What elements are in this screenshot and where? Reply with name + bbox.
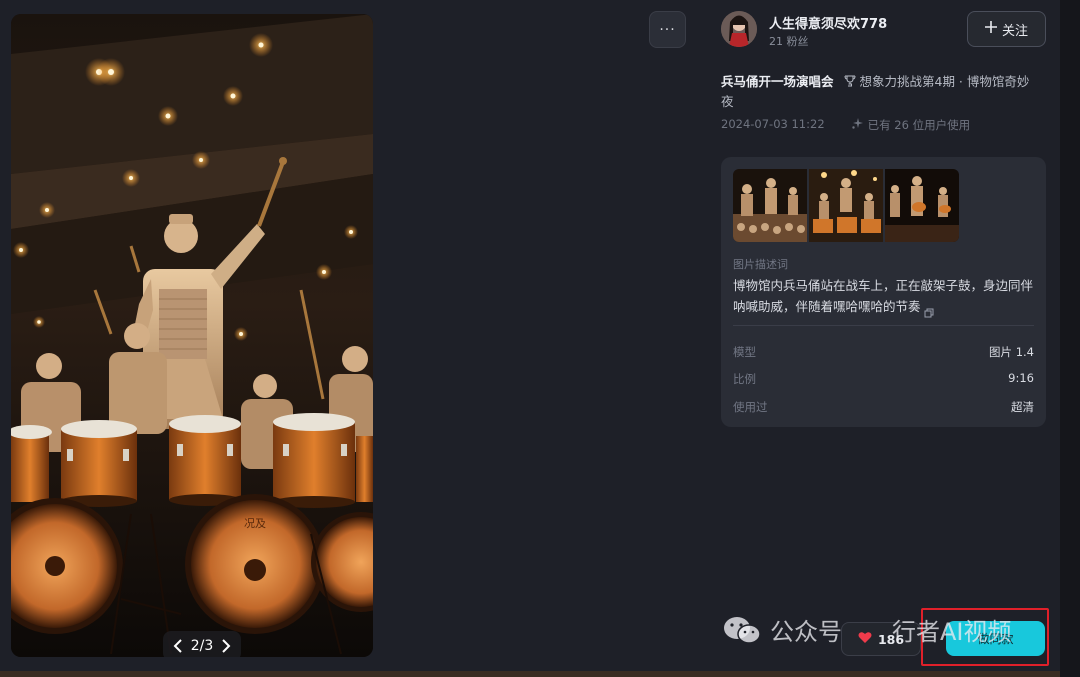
chevron-left-icon[interactable] [171, 639, 185, 653]
heart-icon [858, 631, 872, 647]
terracotta-drummers-image: 况及 [11, 14, 373, 657]
bottom-strip [0, 671, 1080, 677]
post-title-block: 兵马俑开一场演唱会 想象力挑战第4期 · 博物馆奇妙夜 [721, 72, 1041, 112]
copy-icon[interactable] [924, 303, 934, 317]
info-value: 图片 1.4 [989, 345, 1034, 359]
thumbnail-3[interactable] [885, 169, 959, 242]
sparkle-icon [851, 117, 864, 133]
thumbnail-2[interactable] [809, 169, 883, 242]
thumbnail-strip [733, 169, 959, 242]
image-pager: 2/3 [163, 631, 241, 657]
usage-info: 已有 26 位用户使用 [851, 117, 970, 133]
info-value: 超清 [1011, 400, 1034, 414]
right-strip [1060, 0, 1080, 677]
generation-info-card: 图片描述词 博物馆内兵马俑站在战车上，正在敲架子鼓，身边同伴呐喊助威，伴随着嘿哈… [721, 157, 1046, 427]
description-text: 博物馆内兵马俑站在战车上，正在敲架子鼓，身边同伴呐喊助威，伴随着嘿哈嘿哈的节奏 [733, 275, 1038, 317]
fans-count: 21 粉丝 [769, 35, 809, 48]
thumbnail-1[interactable] [733, 169, 807, 242]
usage-text: 已有 26 位用户使用 [867, 118, 971, 132]
info-value: 9:16 [1008, 371, 1034, 385]
like-count: 186 [877, 631, 905, 647]
info-row-quality: 使用过 超清 [733, 399, 1034, 415]
author-name[interactable]: 人生得意须尽欢778 [769, 13, 887, 32]
more-options-button[interactable]: ··· [649, 11, 686, 48]
info-row-ratio: 比例 9:16 [733, 371, 1034, 387]
description-label: 图片描述词 [733, 258, 788, 271]
post-date: 2024-07-03 11:22 [721, 117, 825, 131]
info-key: 比例 [733, 372, 756, 386]
pager-counter: 2/3 [190, 638, 214, 654]
svg-text:况及: 况及 [244, 517, 266, 530]
follow-label: 关注 [1001, 23, 1028, 39]
divider [733, 325, 1034, 326]
main-image-card[interactable]: 况及 2/3 [11, 14, 373, 657]
description-content: 博物馆内兵马俑站在战车上，正在敲架子鼓，身边同伴呐喊助威，伴随着嘿哈嘿哈的节奏 [733, 278, 1034, 314]
info-key: 模型 [733, 345, 756, 359]
chevron-right-icon[interactable] [219, 639, 233, 653]
annotation-highlight-box [921, 608, 1049, 666]
info-row-model: 模型 图片 1.4 [733, 344, 1034, 360]
like-button[interactable]: 186 [841, 622, 921, 656]
avatar[interactable] [721, 11, 757, 47]
plus-icon [984, 21, 997, 37]
post-meta: 2024-07-03 11:22 已有 26 位用户使用 [721, 117, 970, 133]
trophy-icon [838, 74, 860, 89]
info-key: 使用过 [733, 400, 768, 414]
ellipsis-icon: ··· [659, 21, 676, 38]
post-title: 兵马俑开一场演唱会 [721, 74, 834, 89]
follow-button[interactable]: 关注 [967, 11, 1046, 47]
